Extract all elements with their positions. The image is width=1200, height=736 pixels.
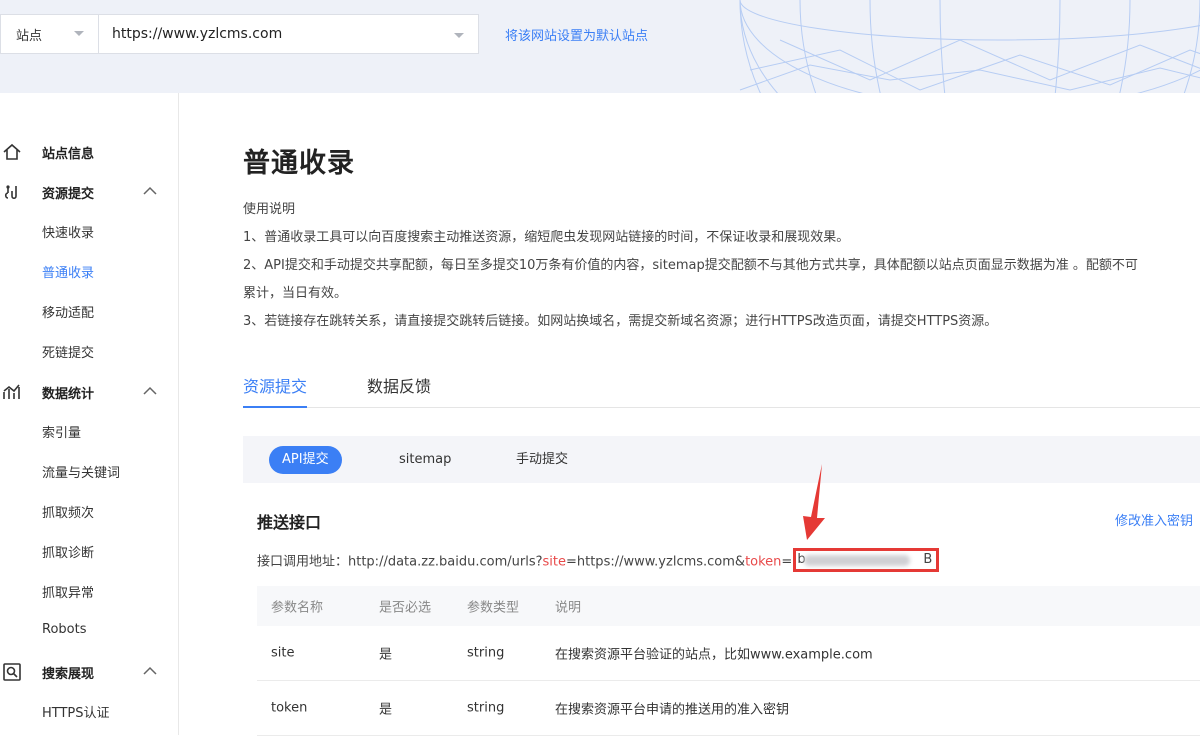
chart-icon	[3, 384, 20, 399]
table-header-cell: 说明	[555, 600, 582, 616]
instruction-line: 3、若链接存在跳转关系，请直接提交跳转后链接。如网站换域名，需提交新域名资源；进…	[243, 314, 998, 329]
sidebar-group-data-stats[interactable]: 数据统计	[0, 372, 179, 412]
table-header-cell: 参数类型	[467, 600, 520, 616]
token-eq: =	[781, 554, 793, 570]
push-api-title: 推送接口	[257, 513, 322, 532]
table-cell: 是	[379, 647, 393, 663]
sidebar-item-label: 站点信息	[42, 146, 95, 162]
instruction-line: 累计，当日有效。	[243, 286, 348, 301]
site-type-label: 站点	[16, 28, 43, 44]
table-cell: site	[271, 645, 295, 661]
sidebar-group-resource-submit[interactable]: 资源提交	[0, 172, 179, 212]
globe-decoration	[739, 0, 1200, 93]
home-icon	[3, 143, 21, 160]
sidebar-item-mobile-adapt[interactable]: 移动适配	[42, 302, 94, 321]
site-type-select[interactable]: 站点	[0, 14, 98, 54]
sidebar-item-https-cert[interactable]: HTTPS认证	[42, 702, 110, 721]
api-endpoint: 接口调用地址：http://data.zz.baidu.com/urls?sit…	[257, 548, 940, 574]
main-content: 普通收录 使用说明 1、普通收录工具可以向百度搜索主动推送资源，缩短爬虫发现网站…	[243, 93, 1200, 736]
annotation-arrow-icon	[803, 464, 825, 540]
table-cell: string	[467, 645, 505, 661]
sidebar-item-traffic-keywords[interactable]: 流量与关键词	[42, 462, 120, 481]
token-highlight-box: bB	[793, 548, 940, 572]
instruction-line: 1、普通收录工具可以向百度搜索主动推送资源，缩短爬虫发现网站链接的时间，不保证收…	[243, 230, 850, 245]
token-end: B	[923, 552, 933, 567]
sidebar-group-search-display[interactable]: 搜索展现	[0, 652, 179, 692]
upload-link-icon	[4, 185, 17, 200]
site-url-value: https://www.yzlcms.com	[112, 26, 283, 42]
sidebar-item-quick-index[interactable]: 快速收录	[42, 222, 94, 241]
table-cell: 在搜索资源平台申请的推送用的准入密钥	[555, 702, 790, 718]
sidebar: 站点信息 资源提交 快速收录 普通收录 移动适配 死链提交 数据统计 索引量 流…	[0, 93, 179, 735]
table-header-cell: 是否必选	[379, 600, 432, 616]
instruction-line: 2、API提交和手动提交共享配额，每日至多提交10万条有价值的内容，sitema…	[243, 258, 1138, 273]
chevron-up-icon[interactable]	[143, 386, 157, 396]
search-display-icon	[3, 663, 21, 681]
endpoint-prefix: 接口调用地址：http://data.zz.baidu.com/urls?	[257, 554, 543, 570]
chevron-up-icon[interactable]	[143, 666, 157, 676]
sidebar-item-crawl-errors[interactable]: 抓取异常	[42, 582, 94, 601]
table-header-row: 参数名称 是否必选 参数类型 说明	[257, 586, 1200, 626]
sidebar-item-normal-index[interactable]: 普通收录	[42, 262, 94, 281]
top-bar: 站点 https://www.yzlcms.com 将该网站设置为默认站点	[0, 0, 1200, 93]
subtab-sitemap[interactable]: sitemap	[386, 446, 464, 474]
submit-panel: API提交 sitemap 手动提交 推送接口 修改准入密钥 接口调用地址：ht…	[243, 436, 1200, 736]
site-url-select[interactable]: https://www.yzlcms.com	[98, 14, 479, 54]
token-param: token	[745, 554, 782, 570]
table-cell: token	[271, 700, 308, 716]
instructions-heading: 使用说明	[243, 202, 296, 217]
sidebar-group-label: 资源提交	[42, 186, 95, 202]
set-default-site-link[interactable]: 将该网站设置为默认站点	[505, 25, 648, 44]
sidebar-item-site-info[interactable]: 站点信息	[0, 132, 179, 172]
table-row: site 是 string 在搜索资源平台验证的站点，比如www.example…	[257, 626, 1200, 681]
subtab-manual-submit[interactable]: 手动提交	[503, 446, 581, 474]
sidebar-group-label: 数据统计	[42, 386, 95, 402]
main-tabs: 资源提交 数据反馈	[243, 363, 1200, 408]
chevron-down-icon	[74, 31, 84, 36]
sidebar-item-robots[interactable]: Robots	[42, 622, 86, 637]
token-redacted	[804, 555, 911, 566]
page-title: 普通收录	[243, 148, 355, 179]
table-row: token 是 string 在搜索资源平台申请的推送用的准入密钥	[257, 681, 1200, 736]
tab-data-feedback[interactable]: 数据反馈	[367, 373, 431, 408]
tab-resource-submit[interactable]: 资源提交	[243, 373, 308, 408]
submit-method-tabs: API提交 sitemap 手动提交	[243, 436, 1200, 483]
table-cell: string	[467, 700, 505, 716]
subtab-api-submit[interactable]: API提交	[269, 446, 342, 474]
sidebar-item-crawl-frequency[interactable]: 抓取频次	[42, 502, 94, 521]
sidebar-item-index-count[interactable]: 索引量	[42, 422, 81, 441]
site-param: site	[542, 554, 566, 570]
table-cell: 是	[379, 702, 393, 718]
param-table: 参数名称 是否必选 参数类型 说明 site 是 string 在搜索资源平台验…	[257, 586, 1200, 736]
sidebar-item-dead-link[interactable]: 死链提交	[42, 342, 94, 361]
table-header-cell: 参数名称	[271, 600, 324, 616]
sidebar-group-label: 搜索展现	[42, 666, 95, 682]
sidebar-item-crawl-diagnosis[interactable]: 抓取诊断	[42, 542, 94, 561]
modify-token-link[interactable]: 修改准入密钥	[1115, 510, 1193, 529]
chevron-up-icon[interactable]	[143, 186, 157, 196]
table-cell: 在搜索资源平台验证的站点，比如www.example.com	[555, 647, 873, 663]
site-value: =https://www.yzlcms.com&	[565, 554, 746, 570]
chevron-down-icon	[454, 33, 464, 38]
